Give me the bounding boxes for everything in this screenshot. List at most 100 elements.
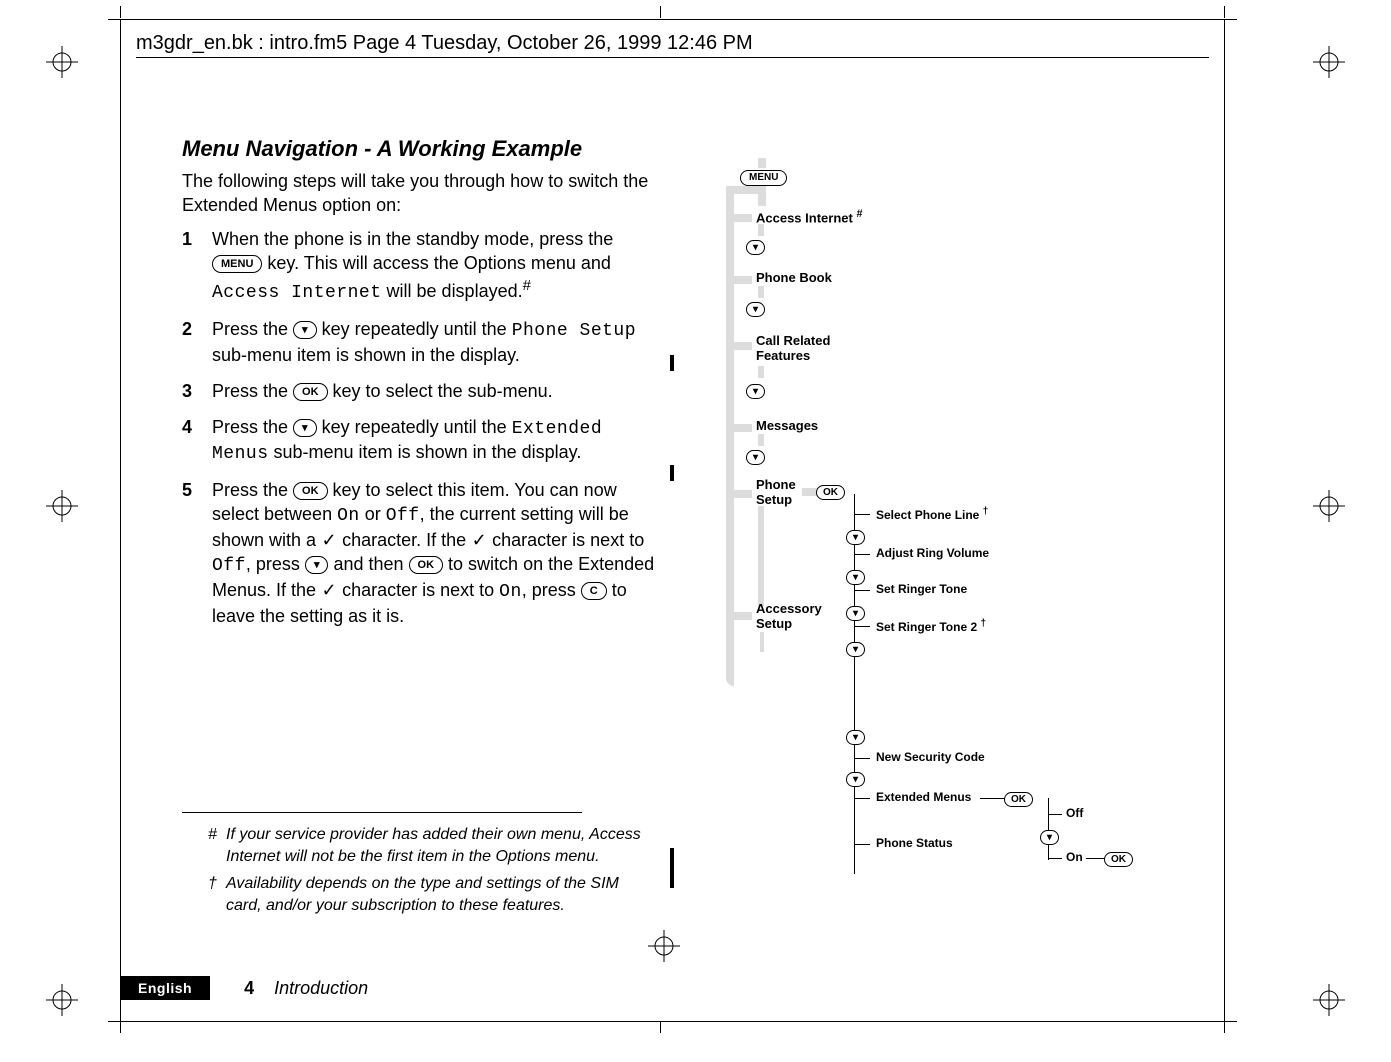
tick-top-left [120, 6, 121, 18]
footnote-ref: # [856, 208, 862, 220]
tick-bottom-center [660, 1021, 661, 1033]
ok-key-icon: OK [409, 556, 444, 574]
footnote-symbol: # [208, 824, 226, 867]
step-text: key repeatedly until the [317, 417, 512, 437]
step-text: Press the [212, 480, 293, 500]
subtree-trunk-dashed [854, 658, 855, 728]
footnote-text: Availability depends on the type and set… [226, 873, 658, 916]
check-icon: ✓ [321, 529, 337, 553]
body-text: Menu Navigation - A Working Example The … [182, 136, 662, 641]
change-bar [670, 465, 674, 481]
page-number: 4 [244, 978, 254, 999]
footnote-ref: # [523, 277, 531, 294]
tree-branch [734, 424, 752, 432]
step-1: 1 When the phone is in the standby mode,… [182, 228, 662, 306]
down-key-icon: ▾ [846, 568, 865, 585]
step-number: 5 [182, 479, 212, 629]
subtree-branch [854, 514, 870, 515]
step-text: Press the [212, 381, 293, 401]
down-key-icon: ▾ [293, 321, 317, 339]
subtree-branch [854, 844, 870, 845]
submenu-adjust-ring-volume: Adjust Ring Volume [876, 546, 989, 560]
submenu-extended-menus: Extended Menus [876, 790, 971, 804]
display-text: On [337, 506, 360, 526]
crop-mark-top-right [1313, 46, 1345, 78]
tick-top-center [660, 6, 661, 18]
step-text: Press the [212, 417, 293, 437]
section-title: Menu Navigation - A Working Example [182, 136, 662, 162]
tick-top-right [1224, 6, 1225, 18]
step-text: sub-menu item is shown in the display. [269, 442, 582, 462]
step-text: key to select the sub-menu. [328, 381, 553, 401]
check-icon: ✓ [471, 529, 487, 553]
footnote-separator [182, 812, 582, 813]
down-key-icon: ▾ [846, 640, 865, 657]
tree-stem [758, 366, 764, 378]
footnote-text: If your service provider has added their… [226, 824, 658, 867]
footnote-dagger: † Availability depends on the type and s… [208, 873, 658, 916]
crop-mark-top-left [46, 46, 78, 78]
ok-key-icon: OK [1004, 790, 1033, 807]
down-key-icon: ▾ [846, 604, 865, 621]
menu-item-call-related-features: Call RelatedFeatures [756, 334, 830, 364]
tick-bottom-left [120, 1021, 121, 1033]
footnote-symbol: † [208, 873, 226, 916]
step-2: 2 Press the ▾ key repeatedly until the P… [182, 318, 662, 368]
down-key-icon: ▾ [746, 238, 765, 255]
language-tag: English [120, 976, 210, 1000]
menu-tree-diagram: MENU Access Internet # ▾ Phone Book ▾ Ca… [708, 158, 1198, 878]
down-key-icon: ▾ [293, 419, 317, 437]
subtree-trunk [854, 744, 855, 874]
step-text: , press [522, 580, 581, 600]
registration-mark-right [1313, 490, 1345, 522]
tick-left-top [108, 19, 120, 20]
footnote-ref: † [980, 618, 986, 629]
tree-stem [758, 158, 766, 168]
change-bar [670, 848, 674, 888]
step-number: 4 [182, 416, 212, 468]
down-key-icon: ▾ [846, 528, 865, 545]
step-text: and then [328, 554, 408, 574]
tree-branch [734, 490, 752, 498]
display-text: Phone Setup [512, 321, 636, 341]
tree-branch [726, 186, 766, 194]
option-on: On [1066, 850, 1083, 864]
subtree-trunk-dashed [854, 810, 855, 840]
tree-branch [734, 612, 752, 620]
running-header: m3gdr_en.bk : intro.fm5 Page 4 Tuesday, … [136, 32, 753, 55]
menu-key-icon: MENU [212, 255, 262, 273]
tree-stem [758, 224, 764, 236]
ok-key-icon: OK [816, 483, 845, 500]
step-text: key. This will access the Options menu a… [262, 253, 611, 273]
tree-stem [760, 632, 764, 652]
menu-key-icon: MENU [740, 168, 787, 186]
step-number: 1 [182, 228, 212, 306]
change-bar [670, 355, 674, 371]
c-key-icon: C [581, 582, 607, 600]
tree-trunk [726, 186, 734, 686]
step-text: Press the [212, 319, 293, 339]
footnote-ref: † [983, 506, 989, 517]
ok-key-icon: OK [293, 383, 328, 401]
menu-item-phone-book: Phone Book [756, 270, 832, 285]
step-text: character is next to [487, 530, 644, 550]
tick-left-bottom [108, 1021, 120, 1022]
tick-bottom-right [1224, 1021, 1225, 1033]
footnote-hash: # If your service provider has added the… [208, 824, 658, 867]
tree-branch [734, 276, 752, 284]
step-text: character is next to [337, 580, 499, 600]
page-frame-top [120, 19, 1225, 20]
tree-stem [758, 434, 764, 446]
step-text: character. If the [337, 530, 471, 550]
section-name: Introduction [274, 978, 368, 999]
step-text: will be displayed. [382, 281, 523, 301]
step-5: 5 Press the OK key to select this item. … [182, 479, 662, 629]
display-text: Off [386, 506, 420, 526]
step-3: 3 Press the OK key to select the sub-men… [182, 380, 662, 404]
down-key-icon: ▾ [746, 382, 765, 399]
submenu-set-ringer-tone: Set Ringer Tone [876, 582, 967, 596]
step-4: 4 Press the ▾ key repeatedly until the E… [182, 416, 662, 468]
tick-right-top [1225, 19, 1237, 20]
page-frame-left [120, 19, 121, 1022]
display-text: Access Internet [212, 283, 382, 303]
